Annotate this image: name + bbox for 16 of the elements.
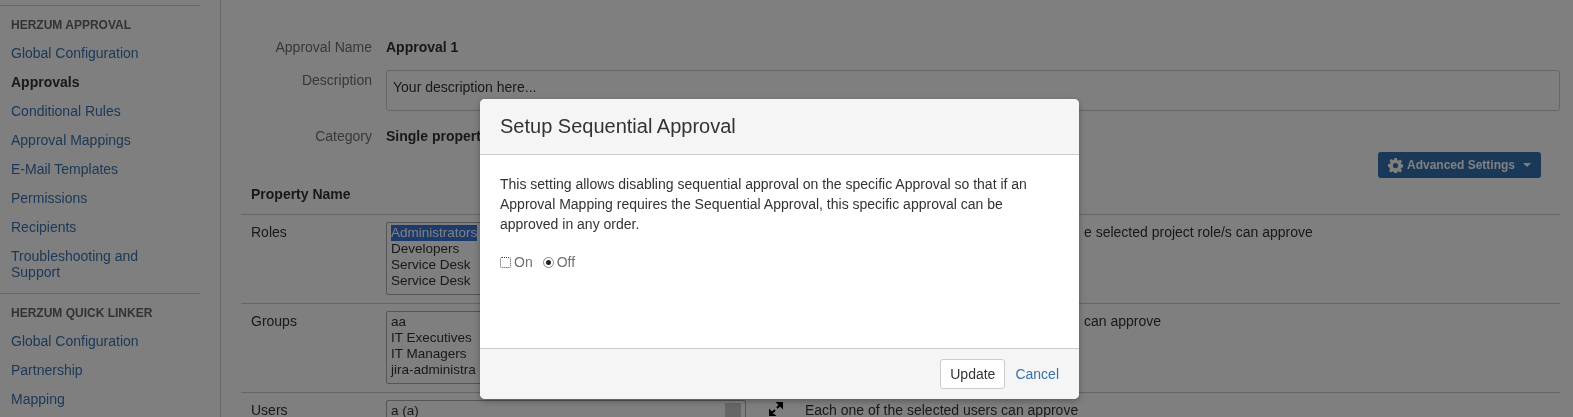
property-description: Each one of the selected users can approve (805, 401, 1079, 417)
field-value: Approval 1 (386, 38, 459, 55)
section-heading: HERZUM APPROVAL (11, 17, 132, 33)
field-label: Category (314, 127, 372, 144)
section-heading: HERZUM QUICK LINKER (11, 305, 154, 321)
field-label: Approval Name (274, 38, 372, 57)
column-header: Property Name (251, 186, 352, 202)
dialog-title: Setup Sequential Approval (500, 115, 736, 138)
field-label: Description (300, 71, 372, 90)
field-value: Single propert (386, 127, 481, 144)
property-description: can approve (1084, 312, 1162, 329)
property-name: Roles (250, 223, 288, 242)
property-description: e selected project role/s can approve (1084, 223, 1313, 240)
dialog-message: This setting allows disabling sequential approval on the specific Approval so that if an Approval Mapping requires the Sequential Approval, this specific approval can be approved in any order. (500, 175, 1028, 234)
property-name: Groups (250, 312, 298, 331)
property-name: Users (250, 401, 289, 417)
